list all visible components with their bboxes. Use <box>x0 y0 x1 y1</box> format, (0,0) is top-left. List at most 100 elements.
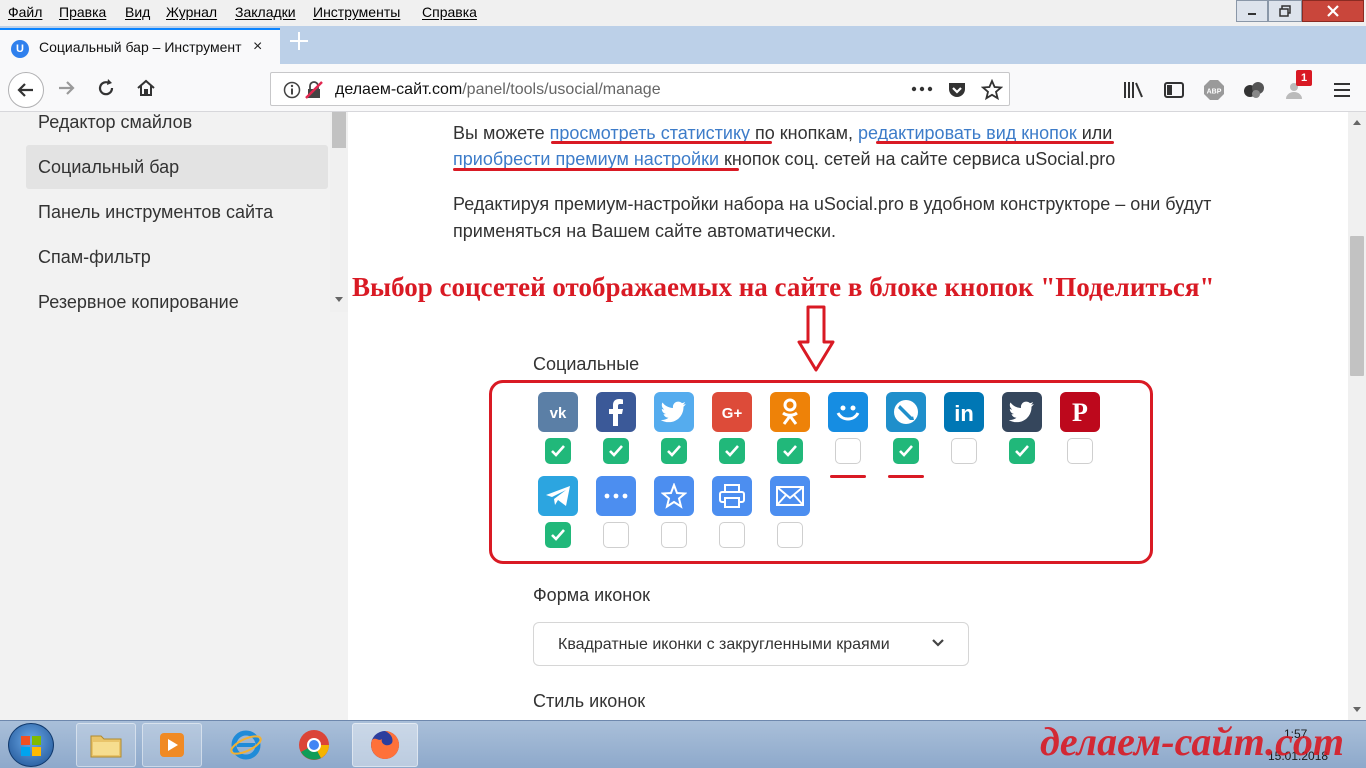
scroll-down-icon[interactable] <box>334 296 344 304</box>
scroll-down-icon[interactable] <box>1352 706 1362 714</box>
page-actions-icon[interactable] <box>911 85 933 93</box>
more-icon <box>596 476 636 516</box>
pocket-icon[interactable] <box>947 80 967 100</box>
tab-social-bar[interactable]: U Социальный бар – Инструмент × <box>0 28 280 64</box>
taskbar-chrome[interactable] <box>284 723 344 767</box>
home-icon <box>137 79 155 96</box>
adblock-icon: ABP <box>1204 80 1224 100</box>
notification-badge: 1 <box>1296 70 1312 86</box>
intro-text-3: или <box>1076 123 1113 143</box>
hamburger-icon <box>1334 83 1350 97</box>
notifications-button[interactable]: 1 <box>1282 70 1312 102</box>
svg-text:G+: G+ <box>722 405 743 421</box>
restore-icon <box>1279 5 1291 17</box>
google-plus-icon: G+ <box>712 392 752 432</box>
check-icon <box>551 529 565 541</box>
odnoklassniki-checkbox[interactable] <box>777 438 803 464</box>
pinterest-checkbox[interactable] <box>1067 438 1093 464</box>
maximize-button[interactable] <box>1268 0 1302 22</box>
forward-button[interactable] <box>52 74 80 102</box>
icon-shape-value: Квадратные иконки с закругленными краями <box>558 636 890 653</box>
taskbar-media-player[interactable] <box>142 723 202 767</box>
icon-shape-select[interactable]: Квадратные иконки с закругленными краями <box>533 622 969 666</box>
facebook-checkbox[interactable] <box>603 438 629 464</box>
new-tab-button[interactable] <box>288 30 310 59</box>
scroll-up-icon[interactable] <box>1352 118 1362 126</box>
page-scrollbar[interactable] <box>1348 112 1366 720</box>
check-icon <box>1015 445 1029 457</box>
check-icon <box>667 445 681 457</box>
annotation-frame <box>489 380 1153 564</box>
sidebar-item-backup[interactable]: Резервное копирование <box>26 280 328 324</box>
menu-help[interactable]: Справка <box>422 4 477 20</box>
facebook-icon <box>596 392 636 432</box>
tools-sidebar: Редактор смайлов Социальный бар Панель и… <box>0 112 348 720</box>
extension-balls-icon <box>1244 82 1264 98</box>
library-button[interactable] <box>1122 78 1146 102</box>
menu-button[interactable] <box>1330 78 1354 102</box>
telegram-checkbox[interactable] <box>545 522 571 548</box>
vk-icon: vk <box>538 392 578 432</box>
premium-note-paragraph: Редактируя премиум-настройки набора на u… <box>453 194 1212 241</box>
tab-close-button[interactable]: × <box>253 38 262 56</box>
livejournal-icon <box>886 392 926 432</box>
close-icon <box>1327 5 1339 17</box>
email-icon <box>770 476 810 516</box>
sidebar-toggle-button[interactable] <box>1162 78 1186 102</box>
tumblr-checkbox[interactable] <box>1009 438 1035 464</box>
vk-checkbox[interactable] <box>545 438 571 464</box>
linkedin-checkbox[interactable] <box>951 438 977 464</box>
taskbar-firefox[interactable] <box>352 723 418 767</box>
info-icon[interactable] <box>283 81 301 99</box>
sidebar-scrollbar-thumb[interactable] <box>332 112 346 148</box>
menu-file[interactable]: Файл <box>8 4 42 20</box>
edit-buttons-link[interactable]: редактировать вид кнопок <box>858 123 1077 143</box>
print-checkbox[interactable] <box>719 522 745 548</box>
reload-button[interactable] <box>92 74 120 102</box>
sidebar-icon <box>1164 82 1184 98</box>
menu-tools[interactable]: Инструменты <box>313 4 400 20</box>
email-checkbox[interactable] <box>777 522 803 548</box>
address-bar[interactable]: делаем-сайт.com/panel/tools/usocial/mana… <box>270 72 1010 106</box>
more-checkbox[interactable] <box>603 522 629 548</box>
extension-button[interactable] <box>1242 78 1266 102</box>
odnoklassniki-icon <box>770 392 810 432</box>
adblock-button[interactable]: ABP <box>1202 78 1226 102</box>
sidebar-scrollbar[interactable] <box>330 112 348 312</box>
twitter-checkbox[interactable] <box>661 438 687 464</box>
home-button[interactable] <box>132 74 160 102</box>
folder-icon <box>90 735 122 758</box>
sidebar-item-site-toolbar[interactable]: Панель инструментов сайта <box>26 190 328 234</box>
chrome-icon <box>299 730 329 760</box>
menu-edit[interactable]: Правка <box>59 4 106 20</box>
taskbar-ie[interactable] <box>216 723 276 767</box>
minimize-button[interactable] <box>1236 0 1268 22</box>
plus-icon <box>290 32 308 50</box>
google-plus-checkbox[interactable] <box>719 438 745 464</box>
menu-history[interactable]: Журнал <box>166 4 217 20</box>
start-button[interactable] <box>8 723 54 767</box>
internet-explorer-icon <box>230 730 262 760</box>
sidebar-item-smiles-editor[interactable]: Редактор смайлов <box>26 100 328 144</box>
view-stats-link[interactable]: просмотреть статистику <box>550 123 750 143</box>
menu-bookmarks[interactable]: Закладки <box>235 4 296 20</box>
arrow-right-icon <box>59 81 75 95</box>
menu-view[interactable]: Вид <box>125 4 150 20</box>
bookmark-star-icon[interactable] <box>981 79 1003 101</box>
url-text[interactable]: делаем-сайт.com/panel/tools/usocial/mana… <box>335 81 661 99</box>
bookmark-checkbox[interactable] <box>661 522 687 548</box>
moimir-checkbox[interactable] <box>835 438 861 464</box>
url-host: делаем-сайт.com <box>335 81 463 98</box>
check-icon <box>899 445 913 457</box>
tab-title: Социальный бар – Инструмент <box>39 39 242 55</box>
usocial-favicon-icon: U <box>11 40 29 58</box>
livejournal-checkbox[interactable] <box>893 438 919 464</box>
annotation-underline <box>888 475 924 478</box>
page-scrollbar-thumb[interactable] <box>1350 236 1364 376</box>
insecure-lock-icon[interactable] <box>305 81 323 99</box>
buy-premium-link[interactable]: приобрести премиум настройки <box>453 149 719 169</box>
sidebar-item-social-bar[interactable]: Социальный бар <box>26 145 328 189</box>
close-window-button[interactable] <box>1302 0 1364 22</box>
sidebar-item-spam-filter[interactable]: Спам-фильтр <box>26 235 328 279</box>
taskbar-explorer[interactable] <box>76 723 136 767</box>
